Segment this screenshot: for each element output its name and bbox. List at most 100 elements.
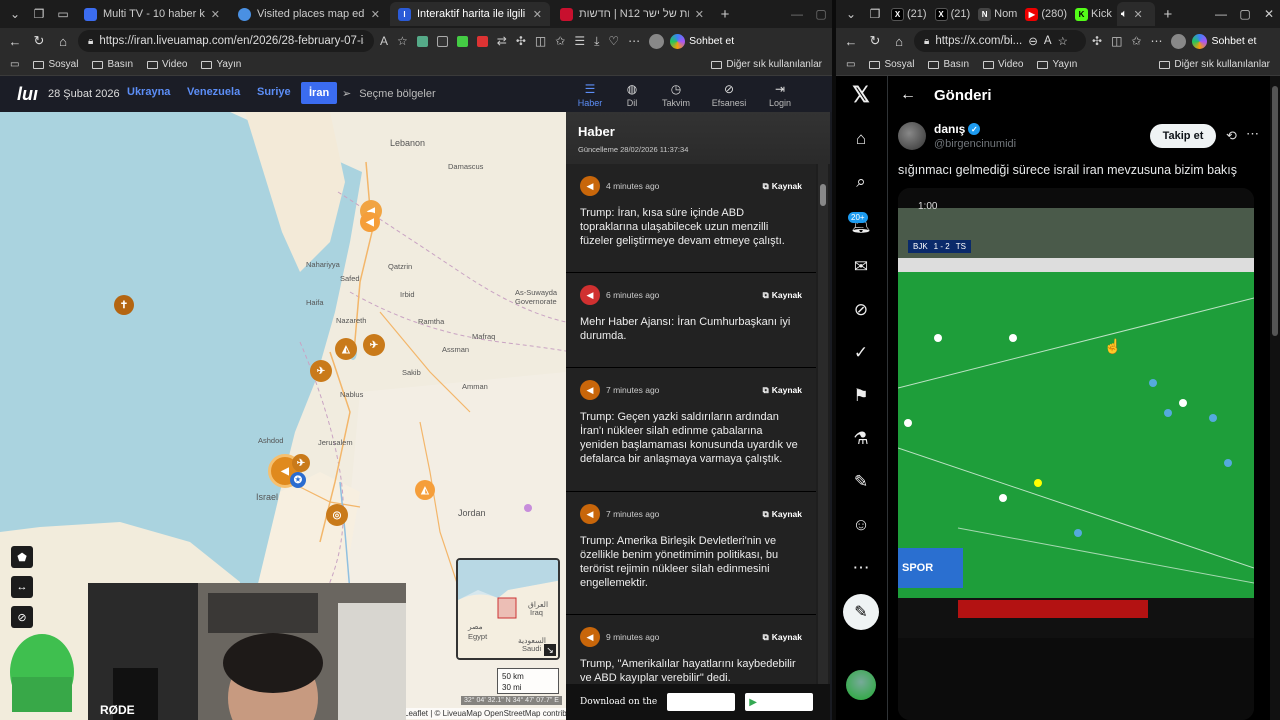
url-field[interactable]: 🔒︎ https://x.com/bi... ⊖ A ☆ [914,30,1086,52]
translate-icon[interactable]: ⇄ [497,34,507,48]
more-icon[interactable]: ⋯ [628,34,640,48]
tab-close-icon[interactable]: ✕ [371,8,380,21]
tab-x-1[interactable]: X (21) [888,2,930,26]
author-handle[interactable]: @birgencinumidi [934,138,1016,150]
search-icon[interactable]: ⌕ [850,171,872,193]
bookmark-folder[interactable]: Basın [92,59,133,70]
tab-nom[interactable]: N Nom [975,2,1020,26]
bookmark-folder[interactable]: Video [983,59,1023,70]
bookmark-folder[interactable]: Yayın [201,59,241,70]
follow-button[interactable]: Takip et [1150,124,1216,148]
news-scrollbar[interactable] [818,164,828,684]
post-video[interactable]: 1:00 BJK 1 - 2 TS SPOR ☝ [898,188,1254,720]
account-avatar[interactable] [846,670,876,700]
favorite-star-icon[interactable]: ☆ [397,34,408,48]
region-suriye[interactable]: Suriye [257,86,291,98]
read-aloud-icon[interactable]: A [1044,35,1052,47]
tab-menu-chevron-icon[interactable]: ⌄ [4,3,26,25]
news-item[interactable]: ◀ 9 minutes ago ⧉ Kaynak Trump, "Amerikalıl… [566,615,816,684]
bookmark-icon[interactable]: ⚑ [850,385,872,407]
x-logo-icon[interactable]: 𝕏 [850,82,872,107]
back-arrow-icon[interactable]: ← [900,86,916,104]
select-regions-button[interactable]: ➢ Seçme bölgeler [342,87,436,101]
minimap[interactable]: مصر Egypt العراق Iraq السعودية Saudi ↘ [456,558,560,660]
map-canvas[interactable]: Lebanon Damascus Nahariyya Safed Qatzrin… [0,112,566,720]
premium-edit-icon[interactable]: ✎ [850,471,872,493]
minimap-toggle-icon[interactable]: ↘ [544,644,556,656]
back-icon[interactable]: ← [842,34,860,49]
app-store-button[interactable] [667,693,736,711]
source-link[interactable]: ⧉ Kaynak [763,181,802,192]
tab-close-icon[interactable]: ✕ [533,8,542,21]
favorites-icon[interactable]: ✩ [555,34,565,48]
maximize-icon[interactable]: ▢ [810,3,832,25]
new-tab-icon[interactable]: + [1157,3,1179,25]
extension-icon[interactable] [476,35,488,47]
religious-site-icon[interactable]: ✝ [114,295,134,315]
tab-0[interactable]: Multi TV - 10 haber kanalını a ✕ [76,2,228,26]
news-item[interactable]: ◀ 7 minutes ago ⧉ Kaynak Trump: Amerika Bir… [566,492,816,615]
source-link[interactable]: ⧉ Kaynak [763,509,802,520]
tab-active-audio[interactable]: 🔈︎ ✕ [1116,2,1155,26]
more-options-icon[interactable]: ⋯ [1246,126,1259,142]
jobs-flask-icon[interactable]: ⚗ [850,428,872,450]
tab-close-icon[interactable]: ✕ [695,8,704,21]
compose-post-button[interactable]: ✎ [843,594,879,630]
tab-kick[interactable]: K Kick [1072,2,1115,26]
refresh-icon[interactable]: ↻ [866,33,884,49]
puzzle-icon[interactable]: ✣ [1092,34,1102,48]
siren-marker-icon[interactable]: ◭ [415,480,435,500]
site-logo[interactable]: luı [17,84,38,105]
minimize-icon[interactable]: — [1210,3,1232,25]
navtab-efsanesi[interactable]: ⊘ Efsanesi [709,82,749,108]
author-name[interactable]: danış ✓ [934,122,981,136]
profile-avatar[interactable] [649,33,665,49]
url-field[interactable]: 🔒︎ https://iran.liveuamap.com/en/2026/28… [78,30,374,52]
map-attribution[interactable]: Leaflet | © LiveuaMap OpenStreetMap cont… [400,708,566,719]
author-avatar[interactable] [898,122,926,150]
zoom-icon[interactable]: ⊖ [1028,34,1038,48]
page-scrollbar[interactable] [1270,76,1280,720]
missile-marker-icon[interactable]: ✈ [310,360,332,382]
extension-icon[interactable] [416,35,428,47]
refresh-icon[interactable]: ↻ [30,33,48,49]
close-window-icon[interactable]: ✕ [1258,3,1280,25]
profile-avatar[interactable] [1171,33,1187,49]
profile-icon[interactable]: ☺ [850,514,872,536]
home-icon[interactable]: ⌂ [890,34,908,49]
back-icon[interactable]: ← [6,34,24,49]
region-venezuela[interactable]: Venezuela [187,86,240,98]
news-item[interactable]: ◀ 6 minutes ago ⧉ Kaynak Mehr Haber Ajansı:… [566,273,816,368]
map-tool-measure-icon[interactable]: ↔ [11,576,33,598]
map-tool-pentagon-icon[interactable]: ⬟ [11,546,33,568]
strike-marker-icon[interactable]: ◎ [326,504,348,526]
grok-explain-icon[interactable]: ⟲ [1226,128,1237,144]
extension-icon[interactable] [436,35,448,47]
navtab-haber[interactable]: ☰ Haber [570,82,610,120]
heart-icon[interactable]: ♡ [608,34,619,48]
favorite-star-icon[interactable]: ☆ [1058,34,1068,48]
more-icon[interactable]: ⋯ [1150,34,1162,48]
news-item[interactable]: ◀ 7 minutes ago ⧉ Kaynak Trump: Geçen yazki… [566,368,816,492]
google-play-button[interactable]: ▶ [745,693,814,711]
scrollbar-thumb[interactable] [1272,86,1278,336]
bookmark-folder[interactable]: Sosyal [869,59,914,70]
workspaces-icon[interactable]: ❐ [864,3,886,25]
navtab-login[interactable]: ⇥ Login [760,82,800,108]
news-item[interactable]: ◀ 4 minutes ago ⧉ Kaynak Trump: İran, kısa … [566,164,816,273]
copilot-chat-button[interactable]: Sohbet et [670,33,734,49]
news-marker-megaphone-icon[interactable]: ◀ [360,212,380,232]
navtab-dil[interactable]: ◍ Dil [612,82,652,108]
read-aloud-icon[interactable]: A [380,34,388,48]
location-dot-icon[interactable] [524,504,532,512]
tab-1[interactable]: Visited places map editor ✕ [230,2,388,26]
workspaces-icon[interactable]: ❐ [28,3,50,25]
verified-check-icon[interactable]: ✓ [850,342,872,364]
tab-x-2[interactable]: X (21) [932,2,974,26]
maximize-icon[interactable]: ▢ [1234,3,1256,25]
navtab-takvim[interactable]: ◷ Takvim [656,82,696,108]
extension-icon[interactable] [456,35,468,47]
tab-youtube[interactable]: ▶ (280) [1022,2,1070,26]
collections-icon[interactable]: ☰ [574,34,585,48]
other-favorites[interactable]: Diğer sık kullanılanlar [1159,59,1270,70]
